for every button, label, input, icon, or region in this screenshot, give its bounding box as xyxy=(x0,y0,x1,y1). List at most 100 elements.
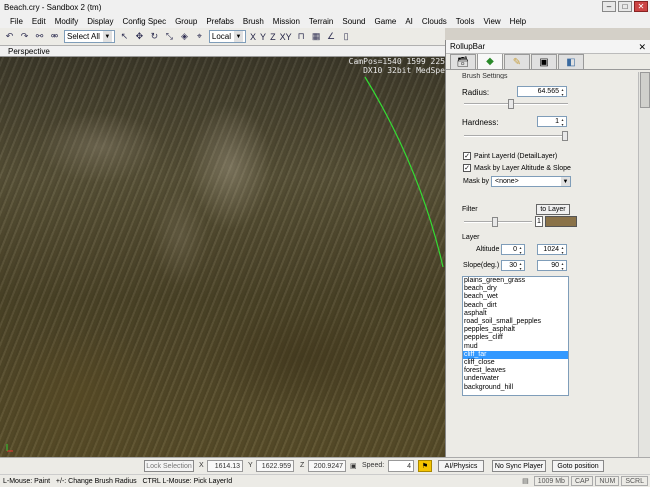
tab-terrain[interactable]: ◆ xyxy=(477,53,503,69)
filter-slider[interactable] xyxy=(464,217,532,227)
menu-modify[interactable]: Modify xyxy=(55,17,79,26)
terrain-lock-icon[interactable]: ▣ xyxy=(350,462,357,470)
menu-help[interactable]: Help xyxy=(510,17,526,26)
list-item[interactable]: beach_dirt xyxy=(463,302,568,310)
grid-icon[interactable]: ▦ xyxy=(311,31,322,42)
radius-slider-knob[interactable] xyxy=(508,99,514,109)
axis-y-button[interactable]: Y xyxy=(260,32,266,42)
slope-min-input[interactable]: 30 xyxy=(501,260,525,271)
menu-config-spec[interactable]: Config Spec xyxy=(122,17,166,26)
radius-input[interactable]: 64.565 xyxy=(517,86,567,97)
to-layer-button[interactable]: to Layer xyxy=(536,204,570,215)
rotate-icon[interactable]: ↻ xyxy=(149,31,160,42)
minimize-button[interactable]: – xyxy=(602,1,616,12)
menu-ai[interactable]: AI xyxy=(405,17,413,26)
menu-clouds[interactable]: Clouds xyxy=(422,17,447,26)
magnet-icon[interactable]: ⊓ xyxy=(296,31,307,42)
speed-icon[interactable]: ⚑ xyxy=(418,460,432,472)
hardness-slider[interactable] xyxy=(464,131,568,141)
filter-color-swatch[interactable] xyxy=(545,216,577,227)
menu-terrain[interactable]: Terrain xyxy=(309,17,333,26)
close-icon[interactable]: ✕ xyxy=(638,42,646,53)
angle-snap-icon[interactable]: ∠ xyxy=(326,31,337,42)
menu-game[interactable]: Game xyxy=(375,17,397,26)
viewport-label[interactable]: Perspective xyxy=(8,47,50,56)
axis-x-button[interactable]: X xyxy=(250,32,256,42)
menu-mission[interactable]: Mission xyxy=(273,17,300,26)
unlink-icon[interactable]: ⚮ xyxy=(49,31,60,42)
brush-icon: ✎ xyxy=(512,56,522,68)
menu-brush[interactable]: Brush xyxy=(243,17,264,26)
checkbox-box[interactable]: ✓ xyxy=(463,164,471,172)
window-title: Beach.cry - Sandbox 2 (tm) xyxy=(4,2,102,12)
axis-xy-button[interactable]: XY xyxy=(280,32,292,42)
list-item[interactable]: road_soil_small_pepples xyxy=(463,318,568,326)
terrain-snap-icon[interactable]: ◈ xyxy=(179,31,190,42)
scale-icon[interactable]: ⤡ xyxy=(164,31,175,42)
sync-player-button[interactable]: No Sync Player xyxy=(492,460,546,472)
list-item[interactable]: plains_green_grass xyxy=(463,277,568,285)
menu-tools[interactable]: Tools xyxy=(456,17,475,26)
list-item[interactable]: beach_wet xyxy=(463,293,568,301)
menu-display[interactable]: Display xyxy=(87,17,113,26)
menu-edit[interactable]: Edit xyxy=(32,17,46,26)
list-item[interactable]: pepples_asphalt xyxy=(463,326,568,334)
altitude-min-input[interactable]: 0 xyxy=(501,244,525,255)
rollup-scrollbar[interactable] xyxy=(638,72,650,457)
filter-value-box[interactable]: 1 xyxy=(535,216,543,227)
lock-selection-button[interactable]: Lock Selection xyxy=(144,460,194,472)
layer-list[interactable]: plains_green_grass beach_dry beach_wet b… xyxy=(462,276,569,396)
close-button[interactable]: ✕ xyxy=(634,1,648,12)
list-item[interactable]: underwater xyxy=(463,375,568,383)
perspective-viewport[interactable]: CamPos=1540 1599 225 DX10 32bit MedSpe xyxy=(0,57,445,457)
maximize-button[interactable]: □ xyxy=(618,1,632,12)
hardness-input[interactable]: 1 xyxy=(537,116,567,127)
goto-position-button[interactable]: Goto position xyxy=(552,460,604,472)
link-icon[interactable]: ⚯ xyxy=(34,31,45,42)
list-item[interactable]: mud xyxy=(463,343,568,351)
monitor-icon: ▣ xyxy=(539,56,549,68)
select-mode-dropdown[interactable]: Select All ▼ xyxy=(64,30,115,43)
mask-by-dropdown[interactable]: <none> ▼ xyxy=(491,176,571,187)
filter-slider-knob[interactable] xyxy=(492,217,498,227)
y-coord-field[interactable]: 1622.959 xyxy=(256,460,294,472)
objects-icon: 🗃 xyxy=(456,56,470,68)
radius-slider[interactable] xyxy=(464,99,568,109)
altitude-max-input[interactable]: 1024 xyxy=(537,244,567,255)
tab-display[interactable]: ▣ xyxy=(531,54,557,69)
list-item[interactable]: background_hill xyxy=(463,384,568,392)
paint-layer-checkbox[interactable]: ✓ Paint LayerId (DetailLayer) xyxy=(463,152,557,160)
scrollbar-thumb[interactable] xyxy=(640,72,650,108)
slope-max-input[interactable]: 90 xyxy=(537,260,567,271)
menu-view[interactable]: View xyxy=(483,17,500,26)
redo-icon[interactable]: ↷ xyxy=(19,31,30,42)
menu-sound[interactable]: Sound xyxy=(342,17,365,26)
list-item[interactable]: pepples_cliff xyxy=(463,334,568,342)
hardness-label: Hardness: xyxy=(462,118,499,127)
undo-icon[interactable]: ↶ xyxy=(4,31,15,42)
tab-objects[interactable]: 🗃 xyxy=(450,54,476,69)
menu-file[interactable]: File xyxy=(10,17,23,26)
list-item[interactable]: cliff_close xyxy=(463,359,568,367)
hardness-slider-knob[interactable] xyxy=(562,131,568,141)
coord-system-dropdown[interactable]: Local ▼ xyxy=(208,30,247,43)
list-item[interactable]: asphalt xyxy=(463,310,568,318)
tab-modeling[interactable]: ✎ xyxy=(504,54,530,69)
x-coord-field[interactable]: 1614.13 xyxy=(207,460,243,472)
mask-altitude-checkbox[interactable]: ✓ Mask by Layer Altitude & Slope xyxy=(463,164,571,172)
z-coord-field[interactable]: 200.9247 xyxy=(308,460,346,472)
axis-z-button[interactable]: Z xyxy=(270,32,276,42)
checkbox-box[interactable]: ✓ xyxy=(463,152,471,160)
ruler-icon[interactable]: ▯ xyxy=(341,31,352,42)
list-item[interactable]: beach_dry xyxy=(463,285,568,293)
select-arrow-icon[interactable]: ↖ xyxy=(119,31,130,42)
menu-prefabs[interactable]: Prefabs xyxy=(206,17,234,26)
menu-group[interactable]: Group xyxy=(175,17,197,26)
tab-layers[interactable]: ◧ xyxy=(558,54,584,69)
snap-icon[interactable]: ⌖ xyxy=(194,31,205,42)
ai-physics-button[interactable]: AI/Physics xyxy=(438,460,484,472)
move-icon[interactable]: ✥ xyxy=(134,31,145,42)
list-item[interactable]: forest_leaves xyxy=(463,367,568,375)
speed-input[interactable]: 4 xyxy=(388,460,414,472)
list-item[interactable]: cliff_far xyxy=(463,350,568,360)
